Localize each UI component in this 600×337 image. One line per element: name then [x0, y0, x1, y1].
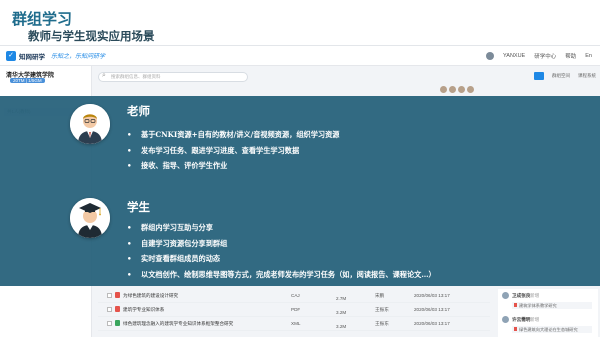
member-avatar-icon [502, 316, 509, 323]
member-avatar-icon[interactable] [449, 86, 456, 93]
activity-card[interactable]: 绿色建筑向大理论在生态城研究 [512, 326, 592, 333]
search-input[interactable]: 搜索群组信息、群组资料 [98, 72, 248, 82]
activity-item[interactable]: 许云需明 新增 绿色建筑向大理论在生态城研究 [498, 313, 598, 337]
app-toolbar: 搜索群组信息、群组资料 群组空间 课程系统 [98, 70, 596, 84]
app-logo-icon[interactable]: ✓ [6, 50, 16, 61]
table-row[interactable]: 为绿色建筑的建设设计研究 CAJ 2.7M 宋鹏 2020/06/03 13:1… [98, 289, 490, 303]
file-type: XML [291, 321, 301, 326]
app-slogan: 乐知之，乐知问研学 [51, 53, 106, 60]
file-type: PDF [291, 307, 301, 312]
member-avatar-icon [502, 292, 509, 299]
activity-action: 新增 [530, 293, 540, 298]
student-item: 以文档创作、绘制思维导图等方式，完成老师发布的学习任务（如，阅读报告、课程论文…… [124, 267, 436, 283]
file-name[interactable]: 为绿色建筑的建设设计研究 [123, 293, 178, 299]
table-row[interactable]: 绿色建筑理念融入的建筑学专业知识体系框架整合研究 XML 3.2M 王振东 20… [98, 317, 490, 331]
activity-item[interactable]: 卫成张良 新增 建筑学体系教学研究 [498, 289, 598, 313]
teacher-item: 发布学习任务、跟进学习进度、查看学生学习数据 [124, 143, 340, 159]
member-avatar-icon[interactable] [440, 86, 447, 93]
file-owner: 王振东 [375, 321, 389, 326]
row-checkbox[interactable] [107, 293, 112, 298]
member-avatars [440, 86, 474, 93]
file-owner: 宋鹏 [375, 293, 385, 298]
role-overlay-panel: 老师 基于CNKI资源+自有的教材/讲义/音视频资源，组织学习资源 发布学习任务… [0, 96, 600, 286]
file-name[interactable]: 绿色建筑理念融入的建筑学专业知识体系框架整合研究 [123, 321, 233, 327]
teacher-item: 基于CNKI资源+自有的教材/讲义/音视频资源，组织学习资源 [124, 127, 340, 143]
member-avatar-icon[interactable] [458, 86, 465, 93]
file-name[interactable]: 建筑学专业知识体系 [123, 307, 164, 313]
file-type: CAJ [291, 293, 300, 298]
nav-language[interactable]: En [585, 53, 592, 59]
table-row[interactable]: 建筑学专业知识体系 PDF 3.2M 王振东 2020/06/03 13:17 [98, 303, 490, 317]
file-date: 2020/06/03 13:17 [414, 293, 450, 298]
user-name[interactable]: YANXUE [503, 53, 525, 59]
pdf-file-icon [115, 292, 120, 298]
slide-subtitle: 教师与学生现实应用场景 [28, 29, 155, 43]
app-topbar: ✓ 知网研学 乐知之，乐知问研学 YANXUE 研学中心 帮助 En [0, 46, 600, 66]
row-checkbox[interactable] [107, 321, 112, 326]
file-table: 为绿色建筑的建设设计研究 CAJ 2.7M 宋鹏 2020/06/03 13:1… [98, 289, 490, 331]
user-avatar-icon[interactable] [486, 52, 495, 60]
file-size: 2.7M [336, 296, 347, 301]
file-size: 3.2M [336, 324, 347, 329]
activity-user[interactable]: 许云需明 [512, 317, 530, 323]
course-system-button[interactable]: 课程系统 [578, 73, 596, 79]
activity-card[interactable]: 建筑学体系教学研究 [512, 302, 592, 309]
top-right-nav: YANXUE 研学中心 帮助 En [486, 46, 592, 66]
student-item: 群组内学习互助与分享 [124, 220, 436, 236]
nav-yanxue-center[interactable]: 研学中心 [534, 52, 556, 60]
member-avatar-icon[interactable] [467, 86, 474, 93]
activity-panel: 卫成张良 新增 建筑学体系教学研究 许云需明 新增 绿色建筑向大理论在生态城研究 [498, 289, 598, 337]
toolbar-right: 群组空间 课程系统 [534, 72, 596, 80]
student-item: 自建学习资源包分享到群组 [124, 236, 436, 252]
xml-file-icon [115, 320, 120, 326]
activity-user[interactable]: 卫成张良 [512, 293, 530, 299]
student-item: 实时查看群组成员的动态 [124, 251, 436, 267]
row-checkbox[interactable] [107, 307, 112, 312]
student-title: 学生 [127, 200, 150, 214]
slide-title: 群组学习 [12, 10, 73, 28]
pdf-file-icon [115, 306, 120, 312]
file-size: 3.2M [336, 310, 347, 315]
nav-help[interactable]: 帮助 [565, 52, 576, 60]
chat-icon[interactable] [534, 72, 544, 80]
group-space-button[interactable]: 群组空间 [552, 73, 570, 79]
teacher-item: 接收、指导、评价学生作业 [124, 158, 340, 174]
file-date: 2020/06/03 13:17 [414, 321, 450, 326]
graduate-avatar-icon [70, 198, 110, 238]
student-list: 群组内学习互助与分享 自建学习资源包分享到群组 实时查看群组成员的动态 以文档创… [124, 220, 436, 282]
org-badge: 20TM | 1/5GM [10, 78, 45, 83]
file-date: 2020/06/03 13:17 [414, 307, 450, 312]
teacher-list: 基于CNKI资源+自有的教材/讲义/音视频资源，组织学习资源 发布学习任务、跟进… [124, 127, 340, 174]
app-brand: 知网研学 [19, 53, 45, 61]
teacher-title: 老师 [127, 104, 150, 118]
teacher-avatar-icon [70, 104, 110, 144]
activity-action: 新增 [530, 317, 540, 322]
file-owner: 王振东 [375, 307, 389, 312]
